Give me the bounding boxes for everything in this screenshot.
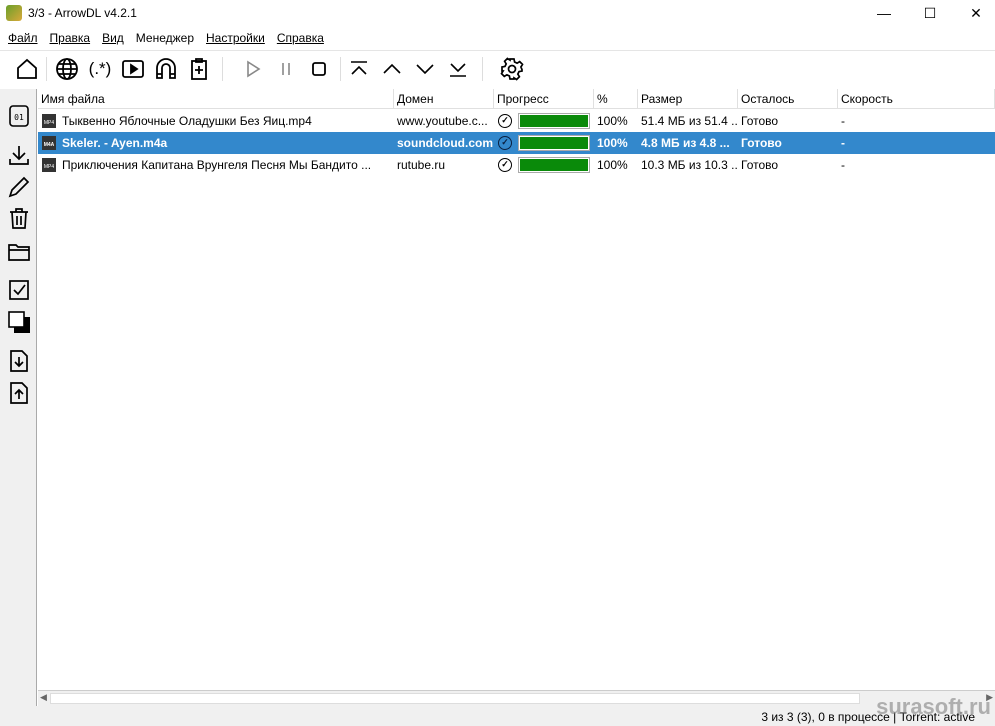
progress-bar xyxy=(518,135,590,151)
size: 4.8 МБ из 4.8 ... xyxy=(641,136,730,150)
percent: 100% xyxy=(597,114,628,128)
folder-icon[interactable] xyxy=(6,239,32,265)
title-bar: 3/3 - ArrowDL v4.2.1 — ☐ ✕ xyxy=(0,0,995,26)
file-type-icon: MP4 xyxy=(42,158,56,172)
domain: soundcloud.com xyxy=(397,136,493,150)
scroll-left-icon[interactable]: ◀ xyxy=(40,692,47,703)
close-button[interactable]: ✕ xyxy=(953,0,995,26)
menu-edit[interactable]: Правка xyxy=(50,31,91,45)
export-icon[interactable] xyxy=(6,380,32,406)
pencil-icon[interactable] xyxy=(6,174,32,200)
file-type-icon: MP4 xyxy=(42,114,56,128)
menu-file[interactable]: Файл xyxy=(8,31,38,45)
column-header-domain[interactable]: Домен xyxy=(394,89,494,109)
progress-bar xyxy=(518,157,590,173)
menu-manager[interactable]: Менеджер xyxy=(136,31,194,45)
size: 51.4 МБ из 51.4 ... xyxy=(641,114,738,128)
column-header-remaining[interactable]: Осталось xyxy=(738,89,838,109)
gear-icon[interactable] xyxy=(498,55,526,83)
horizontal-scrollbar[interactable]: ◀ ▶ xyxy=(38,690,995,706)
clipboard-add-icon[interactable] xyxy=(185,55,213,83)
move-bottom-icon[interactable] xyxy=(444,55,472,83)
globe-icon[interactable] xyxy=(53,55,81,83)
progress-bar xyxy=(518,113,590,129)
file-name: Тыквенно Яблочные Оладушки Без Яиц.mp4 xyxy=(62,114,312,128)
trash-icon[interactable] xyxy=(6,205,32,231)
remaining: Готово xyxy=(741,114,779,128)
table-row[interactable]: M4A Skeler. - Ayen.m4a soundcloud.com ✓ 100%… xyxy=(38,132,995,154)
move-top-icon[interactable] xyxy=(345,55,373,83)
percent: 100% xyxy=(597,136,628,150)
counter-icon[interactable]: 01 xyxy=(6,103,32,129)
downloads-table: Имя файла Домен Прогресс % Размер Остало… xyxy=(38,89,995,690)
column-header-size[interactable]: Размер xyxy=(638,89,738,109)
pause-icon[interactable] xyxy=(272,55,300,83)
domain: www.youtube.c... xyxy=(397,114,488,128)
table-row[interactable]: MP4 Тыквенно Яблочные Оладушки Без Яиц.mp… xyxy=(38,110,995,132)
app-icon xyxy=(6,5,22,21)
status-bar: 3 из 3 (3), 0 в процессе | Torrent: acti… xyxy=(0,706,995,726)
watermark: surasoft.ru xyxy=(876,694,991,719)
column-header-speed[interactable]: Скорость xyxy=(838,89,995,109)
minimize-button[interactable]: — xyxy=(861,0,907,26)
stop-icon[interactable] xyxy=(305,55,333,83)
check-circle-icon: ✓ xyxy=(498,136,512,150)
speed: - xyxy=(841,136,845,150)
import-icon[interactable] xyxy=(6,348,32,374)
select-all-icon[interactable] xyxy=(6,277,32,303)
speed: - xyxy=(841,158,845,172)
menu-view[interactable]: Вид xyxy=(102,31,124,45)
table-row[interactable]: MP4 Приключения Капитана Врунгеля Песня М… xyxy=(38,154,995,176)
magnet-icon[interactable] xyxy=(152,55,180,83)
remaining: Готово xyxy=(741,136,782,150)
home-icon[interactable] xyxy=(13,55,41,83)
check-circle-icon: ✓ xyxy=(498,114,512,128)
move-down-icon[interactable] xyxy=(411,55,439,83)
file-name: Приключения Капитана Врунгеля Песня Мы Б… xyxy=(62,158,372,172)
menu-bar: Файл Правка Вид Менеджер Настройки Справ… xyxy=(0,28,328,48)
remaining: Готово xyxy=(741,158,779,172)
invert-selection-icon[interactable] xyxy=(6,309,32,335)
file-name: Skeler. - Ayen.m4a xyxy=(62,136,168,150)
toolbar: (.*) xyxy=(0,50,995,87)
video-icon[interactable] xyxy=(119,55,147,83)
column-header-percent[interactable]: % xyxy=(594,89,638,109)
maximize-button[interactable]: ☐ xyxy=(907,0,953,26)
svg-text:01: 01 xyxy=(14,113,24,122)
speed: - xyxy=(841,114,845,128)
percent: 100% xyxy=(597,158,628,172)
column-header-progress[interactable]: Прогресс xyxy=(494,89,594,109)
column-header-name[interactable]: Имя файла xyxy=(38,89,394,109)
size: 10.3 МБ из 10.3 ... xyxy=(641,158,738,172)
file-type-icon: M4A xyxy=(42,136,56,150)
domain: rutube.ru xyxy=(397,158,446,172)
scrollbar-thumb[interactable] xyxy=(50,693,860,704)
menu-help[interactable]: Справка xyxy=(277,31,324,45)
download-icon[interactable] xyxy=(6,142,32,168)
menu-settings[interactable]: Настройки xyxy=(206,31,265,45)
play-icon[interactable] xyxy=(239,55,267,83)
check-circle-icon: ✓ xyxy=(498,158,512,172)
sidebar: 01 xyxy=(0,89,37,706)
regex-icon[interactable]: (.*) xyxy=(86,55,114,83)
move-up-icon[interactable] xyxy=(378,55,406,83)
window-title: 3/3 - ArrowDL v4.2.1 xyxy=(28,6,137,20)
